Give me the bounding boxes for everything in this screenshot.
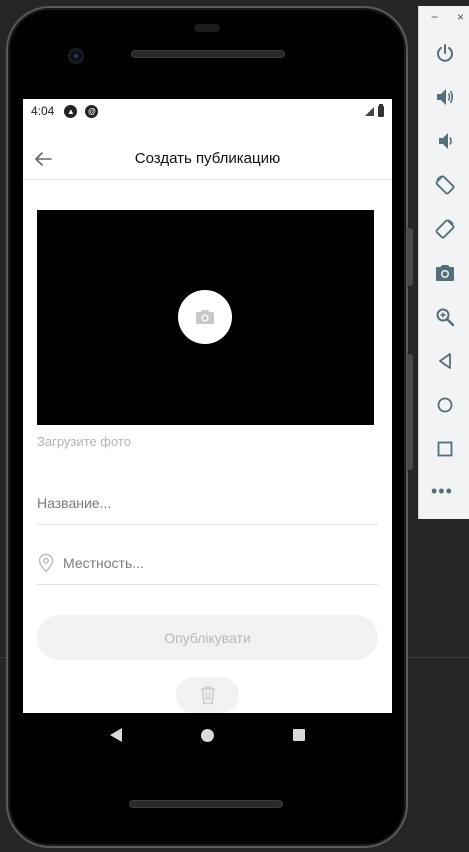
location-pin-icon — [38, 553, 54, 572]
volume-down-icon — [439, 133, 452, 149]
status-time: 4:04 — [31, 104, 55, 118]
phone-power-button — [407, 228, 413, 286]
camera-icon — [196, 310, 214, 324]
title-field — [37, 481, 378, 525]
page-title: Создать публикацию — [134, 150, 281, 167]
home-icon — [437, 397, 453, 413]
sync-notification-icon: @ — [85, 104, 99, 118]
publish-button[interactable]: Опублікувати — [37, 615, 378, 660]
rotate-left-icon — [435, 175, 455, 195]
overview-button[interactable] — [434, 438, 456, 460]
phone-bottom-speaker — [129, 800, 283, 808]
emulator-toolbar: − × ••• — [418, 6, 469, 519]
minimize-button[interactable]: − — [431, 10, 438, 24]
android-nav-bar — [23, 713, 392, 757]
phone-volume-button — [407, 354, 413, 470]
app-notification-icon: ▲ — [64, 104, 78, 118]
rotate-right-icon — [435, 219, 455, 239]
signal-icon — [365, 106, 374, 116]
front-camera — [68, 48, 84, 64]
phone-earpiece — [194, 24, 220, 32]
more-icon[interactable]: ••• — [431, 482, 453, 500]
photo-preview[interactable] — [37, 210, 374, 425]
screenshot-icon — [436, 265, 454, 281]
trash-icon — [200, 686, 215, 705]
upload-photo-label: Загрузите фото — [37, 434, 131, 449]
back-icon — [439, 353, 451, 369]
emulator-window: 4:04 ▲ @ Создать публикацию Загрузите фо… — [0, 0, 469, 852]
volume-down-button[interactable] — [434, 130, 456, 152]
location-field — [37, 541, 378, 585]
status-bar: 4:04 ▲ @ — [23, 99, 392, 123]
power-icon — [437, 44, 453, 62]
status-right — [365, 103, 384, 117]
close-button[interactable]: × — [457, 10, 464, 24]
overview-icon — [437, 441, 453, 457]
nav-home-button[interactable] — [200, 728, 214, 742]
app-header: Создать публикацию — [23, 138, 392, 180]
camera-button[interactable] — [178, 290, 232, 344]
rotate-left-button[interactable] — [434, 174, 456, 196]
nav-recents-button[interactable] — [292, 729, 305, 741]
volume-up-icon — [437, 89, 454, 105]
rotate-right-button[interactable] — [434, 218, 456, 240]
zoom-icon — [436, 308, 455, 327]
home-button[interactable] — [434, 394, 456, 416]
nav-back-button[interactable] — [110, 728, 123, 742]
app-screen: 4:04 ▲ @ Создать публикацию Загрузите фо… — [23, 99, 392, 713]
delete-button[interactable] — [176, 677, 239, 713]
location-input[interactable] — [63, 554, 378, 571]
phone-top-speaker — [131, 50, 285, 58]
toolbar-window-controls: − × — [419, 10, 469, 24]
back-button[interactable] — [434, 350, 456, 372]
battery-icon — [378, 103, 384, 117]
title-input[interactable] — [37, 494, 378, 511]
power-button[interactable] — [434, 42, 456, 64]
zoom-button[interactable] — [434, 306, 456, 328]
volume-up-button[interactable] — [434, 86, 456, 108]
screenshot-button[interactable] — [434, 262, 456, 284]
